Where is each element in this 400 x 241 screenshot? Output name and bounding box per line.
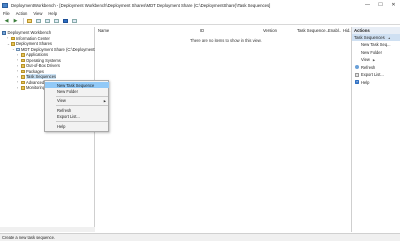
empty-list-message: There are no items to show in this view. bbox=[190, 38, 262, 43]
chevron-right-icon: ▶ bbox=[372, 57, 376, 62]
action-label: Refresh bbox=[361, 64, 376, 70]
menu-bar: File Action View Help bbox=[0, 10, 400, 17]
tree-item-label: Monitoring bbox=[26, 85, 46, 91]
chevron-right-icon: ▶ bbox=[103, 98, 106, 103]
actions-header: Actions bbox=[352, 27, 400, 34]
action-label: New Task Seq... bbox=[361, 42, 391, 48]
tree-item-label: Task Sequences bbox=[26, 74, 57, 80]
new-icon bbox=[355, 43, 359, 47]
tree-item-monitoring[interactable]: › Monitoring bbox=[17, 85, 45, 91]
help-icon: ? bbox=[355, 80, 359, 85]
column-header-enabled[interactable]: Enabl.. bbox=[328, 27, 341, 34]
action-refresh[interactable]: Refresh bbox=[352, 64, 400, 72]
actions-pane: Actions Task Sequences ▲ New Task Seq...… bbox=[351, 27, 400, 232]
context-separator bbox=[56, 105, 108, 106]
action-new-task-sequence[interactable]: New Task Seq... bbox=[352, 41, 400, 49]
new-folder-icon bbox=[355, 50, 359, 54]
chevron-up-icon[interactable]: ▲ bbox=[388, 36, 391, 40]
action-new-folder[interactable]: New Folder bbox=[352, 49, 400, 57]
folder-icon bbox=[20, 53, 25, 57]
tree-item-label: Deployment Shares bbox=[16, 41, 52, 47]
refresh-icon[interactable] bbox=[44, 18, 51, 24]
context-item-new-folder[interactable]: New Folder bbox=[45, 88, 109, 94]
tree-item-label: Packages bbox=[26, 68, 44, 74]
context-separator bbox=[56, 121, 108, 122]
tree-item-label: MDT Deployment Share (C:\DeploymentShare… bbox=[21, 46, 107, 52]
share-icon bbox=[15, 47, 20, 51]
tree-item-label: Deployment Workbench bbox=[7, 30, 52, 36]
context-separator bbox=[56, 95, 108, 96]
folder-icon bbox=[10, 42, 15, 46]
horizontal-scrollbar[interactable] bbox=[0, 227, 95, 232]
properties-icon[interactable] bbox=[71, 18, 78, 24]
column-header-version[interactable]: Version bbox=[263, 27, 277, 34]
status-text: Create a new task sequence. bbox=[2, 235, 56, 240]
app-icon bbox=[2, 2, 8, 8]
help-icon[interactable] bbox=[62, 18, 69, 24]
column-header-task-sequence[interactable]: Task Sequence... bbox=[297, 27, 329, 34]
column-header-id[interactable]: ID bbox=[200, 27, 204, 34]
menu-file[interactable]: File bbox=[3, 11, 10, 16]
context-item-view[interactable]: View ▶ bbox=[45, 98, 109, 104]
menu-help[interactable]: Help bbox=[48, 11, 57, 16]
tree-item-label: Out-of-Box Drivers bbox=[26, 63, 60, 69]
view-icon bbox=[355, 58, 359, 62]
minimize-button[interactable]: — bbox=[361, 0, 374, 10]
folder-icon bbox=[20, 69, 25, 73]
context-menu: New Task Sequence New Folder View ▶ Refr… bbox=[44, 80, 109, 132]
toolbar: ◀ ▶ bbox=[0, 17, 400, 25]
action-label: Export List... bbox=[361, 72, 384, 78]
folder-icon bbox=[10, 36, 15, 40]
menu-action[interactable]: Action bbox=[16, 11, 28, 16]
close-button[interactable]: ✕ bbox=[387, 0, 400, 10]
folder-icon[interactable] bbox=[26, 18, 33, 24]
action-label: View bbox=[361, 57, 370, 63]
tree-item-label: Information Center bbox=[16, 35, 50, 41]
context-item-label: View bbox=[57, 98, 66, 103]
column-header-name[interactable]: Name bbox=[98, 27, 109, 34]
forward-icon[interactable]: ▶ bbox=[12, 18, 19, 24]
results-list: Name ID Version Task Sequence... Enabl..… bbox=[95, 27, 352, 232]
action-label: Help bbox=[361, 79, 370, 85]
folder-icon bbox=[20, 64, 25, 68]
status-bar: Create a new task sequence. bbox=[0, 233, 400, 241]
tree-item-label: Operating Systems bbox=[26, 57, 61, 63]
tree-item-label: Applications bbox=[26, 52, 49, 58]
actions-section-label: Task Sequences bbox=[354, 35, 385, 40]
action-export-list[interactable]: Export List... bbox=[352, 71, 400, 79]
folder-icon bbox=[20, 58, 25, 62]
action-view[interactable]: View ▶ bbox=[352, 56, 400, 64]
export-icon bbox=[355, 72, 359, 77]
context-item-refresh[interactable]: Refresh bbox=[45, 107, 109, 113]
actions-section-task-sequences[interactable]: Task Sequences ▲ bbox=[352, 34, 400, 41]
toolbar-separator bbox=[23, 17, 24, 24]
folder-icon bbox=[20, 86, 25, 90]
action-label: New Folder bbox=[361, 49, 382, 55]
maximize-button[interactable]: ☐ bbox=[374, 0, 387, 10]
workbench-icon bbox=[2, 31, 6, 35]
menu-view[interactable]: View bbox=[33, 11, 42, 16]
show-tree-icon[interactable] bbox=[35, 18, 42, 24]
window-title: DeploymentWorkbench - [Deployment Workbe… bbox=[11, 2, 271, 8]
context-item-help[interactable]: Help bbox=[45, 124, 109, 130]
export-icon[interactable] bbox=[53, 18, 60, 24]
folder-icon bbox=[20, 75, 25, 79]
context-item-export-list[interactable]: Export List... bbox=[45, 114, 109, 120]
window-controls: — ☐ ✕ bbox=[361, 0, 400, 10]
folder-icon bbox=[20, 80, 25, 84]
title-bar: DeploymentWorkbench - [Deployment Workbe… bbox=[0, 0, 400, 10]
back-icon[interactable]: ◀ bbox=[3, 18, 10, 24]
action-help[interactable]: ? Help bbox=[352, 79, 400, 87]
refresh-icon bbox=[355, 65, 359, 70]
